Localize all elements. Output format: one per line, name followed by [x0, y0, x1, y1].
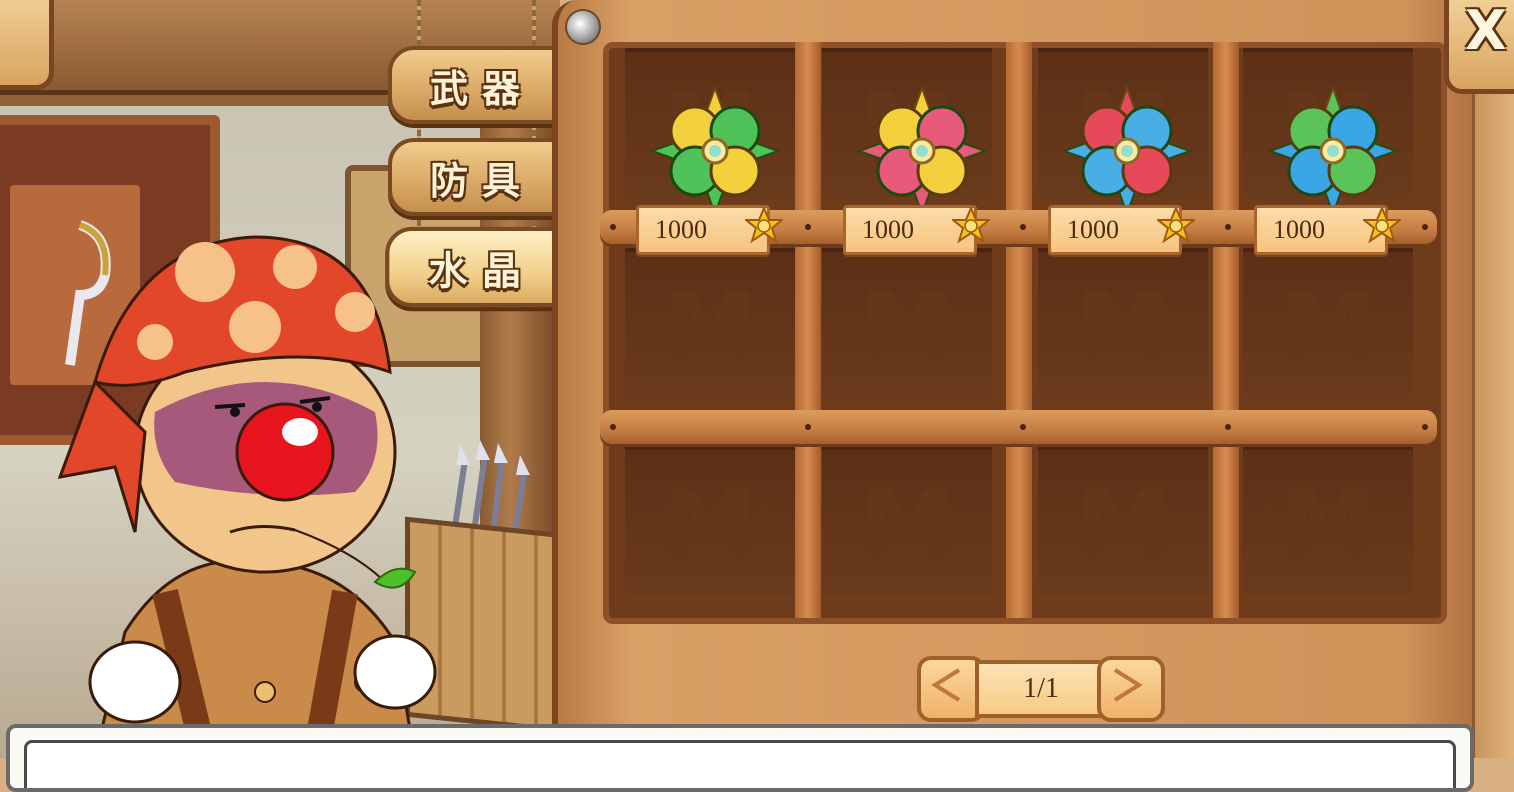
price-value: 1000 — [1273, 215, 1325, 244]
star-coin-icon — [1157, 206, 1195, 244]
shelf-slot[interactable]: M — [1243, 248, 1413, 398]
price-tag[interactable]: 1000 — [1048, 205, 1195, 255]
nail-icon — [1225, 424, 1231, 430]
tab-armor[interactable]: 防具 — [388, 138, 560, 216]
star-coin-icon — [745, 206, 783, 244]
shelf-slot[interactable]: M — [822, 248, 992, 398]
rivet-icon — [565, 9, 601, 45]
shelf-slot[interactable]: M — [1038, 248, 1208, 398]
nail-icon — [1422, 424, 1428, 430]
shop-scene: 武器 防具 水晶 — [0, 0, 560, 758]
empty-slot-mark: M — [859, 272, 955, 384]
dialog-text-area — [24, 740, 1456, 788]
arrow-left-icon — [931, 668, 961, 702]
shelf-post — [1213, 42, 1239, 618]
arrow-right-icon — [1113, 668, 1143, 702]
star-coin-icon — [1363, 206, 1401, 244]
nail-icon — [1225, 224, 1231, 230]
empty-slot-mark: M — [1280, 272, 1376, 384]
empty-slot-mark: M — [1280, 470, 1376, 582]
top-left-corner-button[interactable] — [0, 0, 54, 90]
pink-yellow-crystal-icon[interactable] — [857, 86, 987, 216]
shelf-slot[interactable]: M — [822, 446, 992, 596]
star-coin-icon — [952, 206, 990, 244]
yellow-green-crystal-icon[interactable] — [650, 86, 780, 216]
empty-slot-mark: M — [662, 470, 758, 582]
shelf-slot[interactable]: M — [1038, 446, 1208, 596]
shelf-slot[interactable]: M — [625, 248, 795, 398]
shelf-slot[interactable]: M — [1243, 446, 1413, 596]
tab-weapons[interactable]: 武器 — [388, 46, 560, 124]
nail-icon — [610, 224, 616, 230]
empty-slot-mark: M — [662, 272, 758, 384]
shelf-board — [600, 410, 1437, 444]
nail-icon — [1020, 424, 1026, 430]
shopkeeper-character — [57, 235, 437, 758]
pager: 1/1 — [917, 656, 1165, 722]
nail-icon — [1422, 224, 1428, 230]
nail-icon — [610, 424, 616, 430]
empty-slot-mark: M — [859, 470, 955, 582]
next-page-button[interactable] — [1097, 656, 1165, 722]
empty-slot-mark: M — [1075, 272, 1171, 384]
dialog-box — [6, 724, 1474, 792]
price-value: 1000 — [1067, 215, 1119, 244]
page-indicator: 1/1 — [975, 660, 1107, 718]
tab-crystals[interactable]: 水晶 — [385, 226, 560, 308]
panel-right-edge — [1472, 0, 1514, 758]
nail-icon — [805, 224, 811, 230]
shelf-slot[interactable]: M — [625, 446, 795, 596]
price-value: 1000 — [862, 215, 914, 244]
red-blue-crystal-icon[interactable] — [1062, 86, 1192, 216]
price-value: 1000 — [655, 215, 707, 244]
nail-icon — [805, 424, 811, 430]
price-tag[interactable]: 1000 — [1254, 205, 1401, 255]
tab-armor-label: 防具 — [429, 158, 534, 203]
empty-slot-mark: M — [1075, 470, 1171, 582]
green-blue-crystal-icon[interactable] — [1268, 86, 1398, 216]
price-tag[interactable]: 1000 — [636, 205, 783, 255]
close-icon: X — [1465, 0, 1507, 62]
shelf-post — [1006, 42, 1032, 618]
tab-weapons-label: 武器 — [429, 66, 534, 111]
close-button[interactable]: X — [1444, 0, 1514, 94]
shelf-post — [795, 42, 821, 618]
nail-icon — [1020, 224, 1026, 230]
price-tag[interactable]: 1000 — [843, 205, 990, 255]
tab-crystals-label: 水晶 — [428, 247, 536, 294]
